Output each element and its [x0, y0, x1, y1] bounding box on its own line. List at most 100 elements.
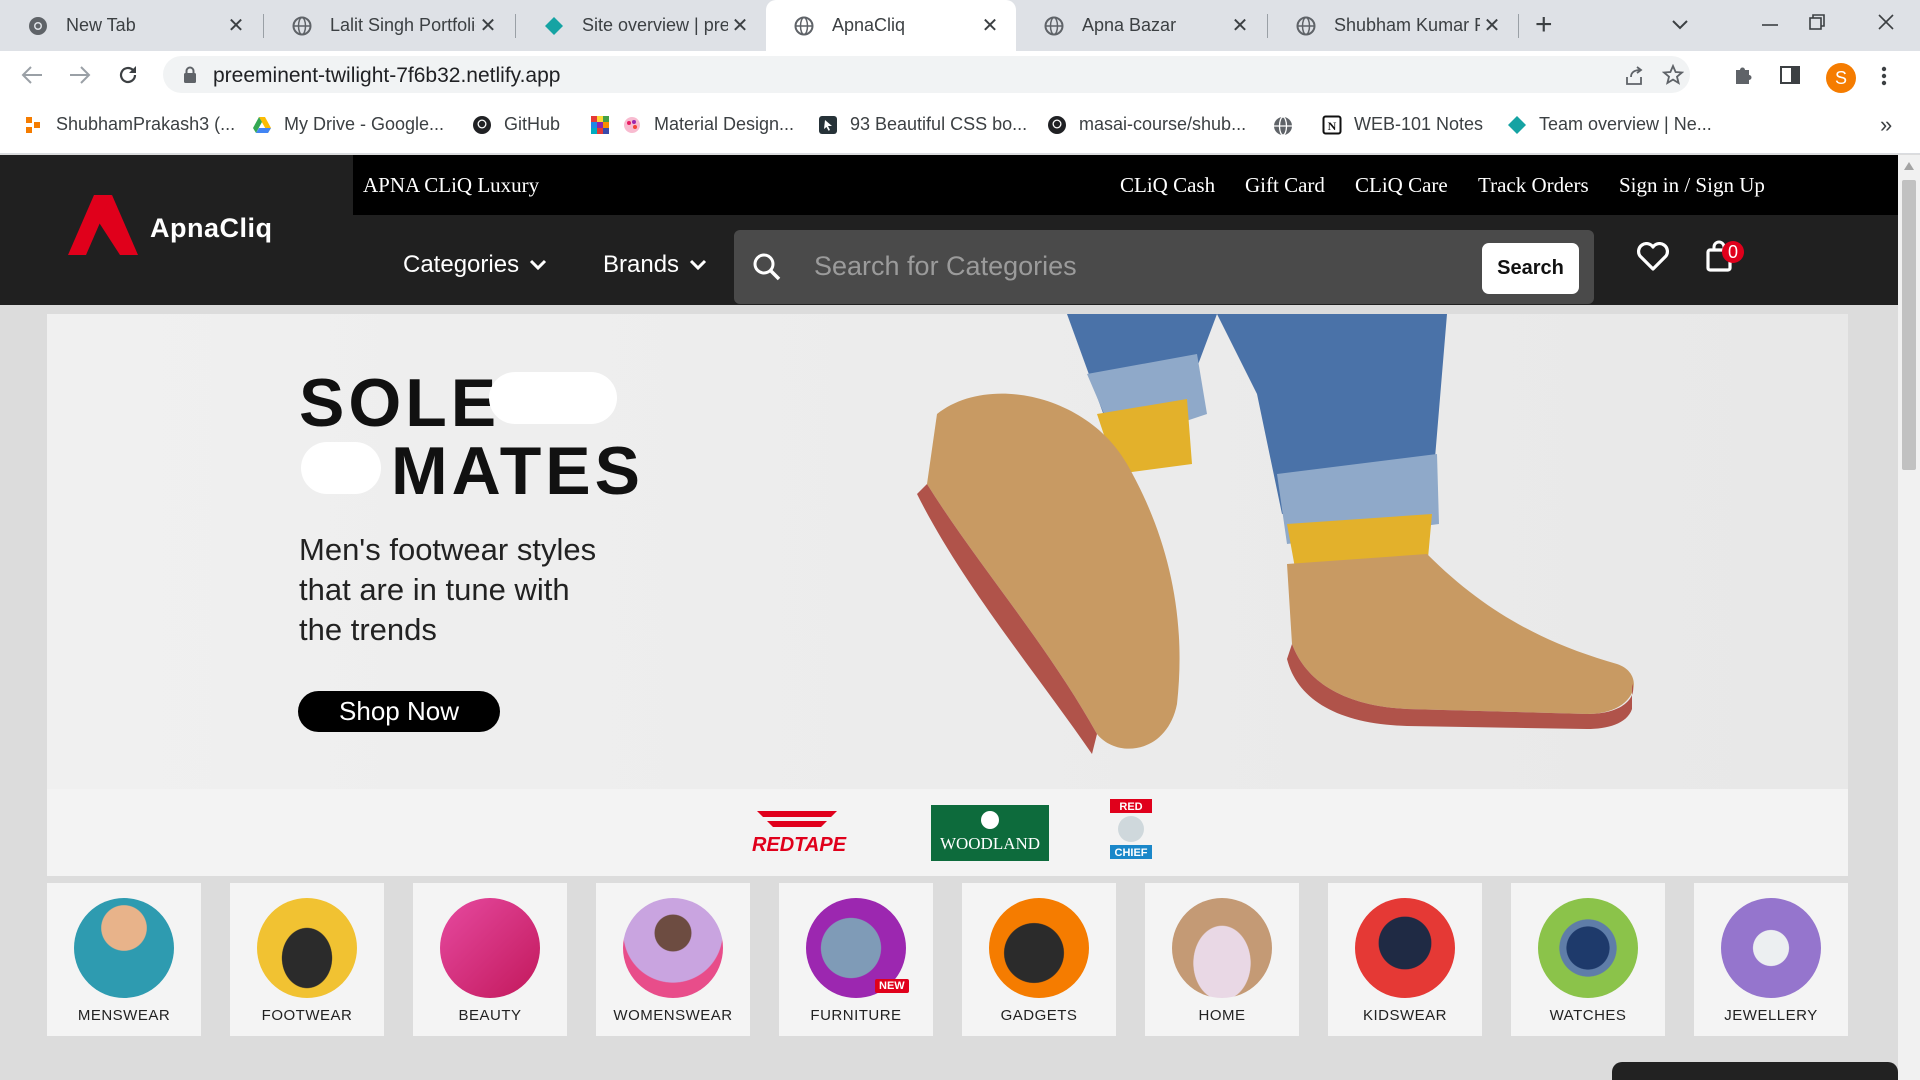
category-footwear[interactable]: FOOTWEAR	[230, 883, 384, 1036]
close-icon[interactable]: ✕	[1480, 13, 1504, 38]
bookmark-masai-course[interactable]: masai-course/shub...	[1047, 114, 1246, 135]
site-logo[interactable]: ApnaCliq	[68, 193, 273, 263]
tab-apnacliq[interactable]: ApnaCliq ✕	[766, 0, 1016, 51]
category-label: WOMENSWEAR	[613, 1007, 733, 1024]
bookmark-web101-notes[interactable]: N WEB-101 Notes	[1322, 114, 1483, 135]
page-scrollbar[interactable]	[1898, 155, 1920, 1080]
tab-site-overview[interactable]: Site overview | pree ✕	[516, 0, 766, 51]
brands-menu[interactable]: Brands	[603, 251, 707, 279]
woodland-logo[interactable]: WOODLAND	[931, 805, 1049, 861]
gitlab-squares-icon	[26, 116, 40, 133]
category-home[interactable]: HOME	[1145, 883, 1299, 1036]
browser-tab-strip: New Tab ✕ Lalit Singh Portfolio ✕ Site o…	[0, 0, 1920, 51]
search-button[interactable]: Search	[1482, 243, 1579, 294]
lock-icon[interactable]	[183, 66, 197, 84]
shoe-photo-illustration	[917, 314, 1634, 754]
forward-arrow-icon[interactable]	[68, 65, 92, 85]
cliq-care-link[interactable]: CLiQ Care	[1355, 173, 1448, 198]
track-orders-link[interactable]: Track Orders	[1478, 173, 1589, 198]
bookmark-css-borders[interactable]: 93 Beautiful CSS bo...	[818, 114, 1027, 135]
tab-search-chevron-icon[interactable]	[1670, 14, 1690, 34]
restore-icon[interactable]	[1807, 13, 1827, 33]
url-text: preeminent-twilight-7f6b32.netlify.app	[213, 64, 561, 87]
close-icon[interactable]: ✕	[224, 13, 248, 38]
side-panel-icon[interactable]	[1779, 65, 1801, 85]
reload-icon[interactable]	[116, 63, 140, 87]
category-gadgets[interactable]: GADGETS	[962, 883, 1116, 1036]
extensions-puzzle-icon[interactable]	[1732, 64, 1754, 86]
kebab-menu-icon[interactable]	[1880, 65, 1888, 87]
categories-menu[interactable]: Categories	[403, 251, 547, 279]
sign-in-link[interactable]: Sign in / Sign Up	[1619, 173, 1765, 198]
profile-avatar[interactable]: S	[1826, 63, 1856, 93]
tab-title: New Tab	[66, 15, 136, 35]
cliq-cash-link[interactable]: CLiQ Cash	[1120, 173, 1215, 198]
category-furniture[interactable]: NEW FURNITURE	[779, 883, 933, 1036]
womenswear-thumbnail	[623, 898, 723, 998]
category-beauty[interactable]: BEAUTY	[413, 883, 567, 1036]
close-icon[interactable]: ✕	[476, 13, 500, 38]
address-bar[interactable]: preeminent-twilight-7f6b32.netlify.app	[163, 56, 1690, 93]
tab-shubham-kumar[interactable]: Shubham Kumar Po ✕	[1268, 0, 1518, 51]
bookmark-label: Material Design...	[654, 114, 795, 134]
luxury-link[interactable]: APNA CLiQ Luxury	[363, 173, 539, 198]
wishlist-heart-icon[interactable]	[1636, 242, 1670, 272]
logo-text: ApnaCliq	[150, 212, 273, 243]
brands-label: Brands	[603, 251, 680, 278]
redtape-logo-text: REDTAPE	[752, 834, 847, 856]
bookmark-star-icon[interactable]	[1662, 64, 1684, 86]
footwear-thumbnail	[257, 898, 357, 998]
search-icon	[753, 253, 781, 281]
more-bookmarks-button[interactable]: »	[1880, 112, 1892, 138]
category-womenswear[interactable]: WOMENSWEAR	[596, 883, 750, 1036]
close-icon[interactable]: ✕	[1228, 13, 1252, 38]
category-label: MENSWEAR	[77, 1007, 171, 1024]
red-chief-logo[interactable]: RED CHIEF	[1107, 797, 1165, 871]
category-jewellery[interactable]: JEWELLERY	[1694, 883, 1848, 1036]
red-chief-logo-text: RED	[1119, 801, 1142, 813]
bookmark-shubhamprakash[interactable]: ShubhamPrakash3 (...	[24, 114, 235, 135]
close-icon[interactable]: ✕	[978, 13, 1002, 38]
shop-now-button[interactable]: Shop Now	[298, 691, 500, 732]
minimize-icon[interactable]	[1760, 15, 1780, 35]
chrome-icon	[29, 16, 47, 35]
bookmark-label: ShubhamPrakash3 (...	[56, 114, 236, 134]
scroll-up-arrow-icon[interactable]	[1904, 162, 1914, 170]
tab-title: ApnaCliq	[832, 15, 906, 35]
close-icon[interactable]: ✕	[728, 13, 752, 38]
globe-icon[interactable]	[1273, 116, 1293, 136]
watches-thumbnail	[1538, 898, 1638, 998]
beauty-thumbnail	[440, 898, 540, 998]
new-tab-button[interactable]: +	[1535, 8, 1553, 42]
category-kidswear[interactable]: KIDSWEAR	[1328, 883, 1482, 1036]
banner-subtitle-line: Men's footwear styles	[299, 532, 597, 567]
chevron-down-icon	[689, 259, 707, 271]
banner-title-line2: MATES	[391, 433, 644, 509]
hero-banner[interactable]: SOLE MATES Men's footwear styles that ar…	[47, 314, 1848, 789]
bookmark-github[interactable]: GitHub	[472, 114, 560, 135]
category-watches[interactable]: WATCHES	[1511, 883, 1665, 1036]
tab-title: Site overview | pree	[582, 15, 728, 35]
bookmark-material-design[interactable]: Material Design...	[590, 114, 794, 135]
banner-subtitle-line: that are in tune with	[299, 572, 570, 607]
search-input[interactable]	[814, 246, 1464, 286]
scrollbar-thumb[interactable]	[1902, 180, 1916, 470]
bookmark-team-overview[interactable]: Team overview | Ne...	[1507, 114, 1712, 135]
cart-count-badge: 0	[1722, 241, 1744, 263]
close-window-icon[interactable]	[1876, 12, 1896, 32]
color-grid-icon	[591, 115, 609, 134]
tab-new-tab[interactable]: New Tab ✕	[0, 0, 262, 51]
tab-lalit-singh-portfolio[interactable]: Lalit Singh Portfolio ✕	[264, 0, 514, 51]
share-icon[interactable]	[1623, 65, 1645, 87]
category-menswear[interactable]: MENSWEAR	[47, 883, 201, 1036]
bookmark-google-drive[interactable]: My Drive - Google...	[252, 114, 444, 135]
redtape-logo[interactable]: REDTAPE	[727, 807, 872, 857]
category-label: KIDSWEAR	[1362, 1007, 1447, 1024]
category-label: FOOTWEAR	[261, 1007, 353, 1024]
gift-card-link[interactable]: Gift Card	[1245, 173, 1325, 198]
back-arrow-icon[interactable]	[20, 65, 44, 85]
menswear-thumbnail	[74, 898, 174, 998]
tab-apna-bazar[interactable]: Apna Bazar ✕	[1016, 0, 1266, 51]
bookmark-label: masai-course/shub...	[1079, 114, 1247, 134]
category-label: JEWELLERY	[1724, 1007, 1818, 1024]
